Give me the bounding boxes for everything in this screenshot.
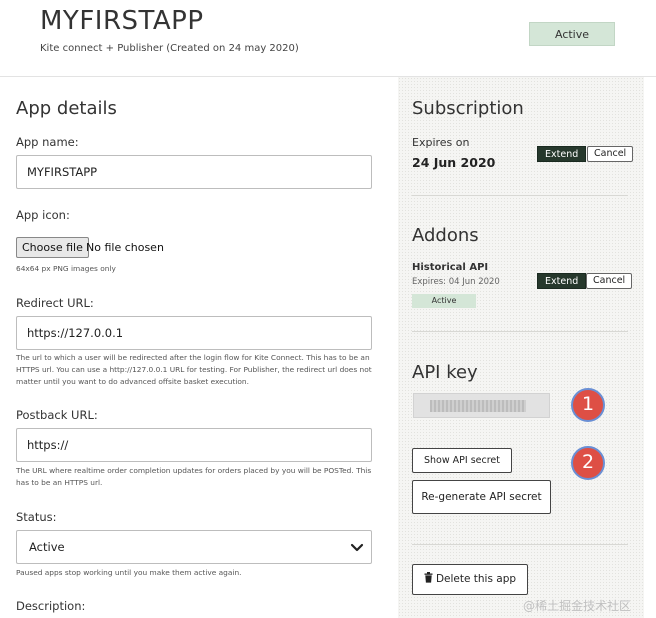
addon-name: Historical API [412,262,489,273]
api-key-field [413,393,550,418]
redirect-url-input[interactable]: https://127.0.0.1 [16,316,372,350]
delete-app-button[interactable]: Delete this app [412,564,528,595]
section-divider [412,331,628,332]
expires-date: 24 Jun 2020 [412,155,496,170]
app-title: MYFIRSTAPP [40,6,204,36]
addon-status-badge: Active [412,294,476,308]
app-icon-label: App icon: [16,208,70,222]
addon-cancel-button[interactable]: Cancel [586,273,633,289]
subscription-extend-button[interactable]: Extend [537,146,587,162]
postback-url-input[interactable]: https:// [16,428,372,462]
api-key-masked-value [430,400,526,412]
api-key-heading: API key [412,362,478,383]
postback-url-label: Postback URL: [16,408,98,422]
file-status-text: No file chosen [86,241,164,254]
trash-icon [424,572,433,583]
section-divider [412,195,628,196]
app-status-badge: Active [529,22,615,46]
delete-app-label: Delete this app [435,573,517,585]
subscription-heading: Subscription [412,98,524,119]
annotation-marker-1: 1 [571,388,605,422]
regenerate-api-secret-button[interactable]: Re-generate API secret [412,480,551,514]
postback-url-help: The URL where realtime order completion … [16,466,372,487]
description-label: Description: [16,599,86,613]
subscription-cancel-button[interactable]: Cancel [587,146,634,162]
show-api-secret-button[interactable]: Show API secret [412,448,512,473]
annotation-marker-2: 2 [571,446,605,480]
status-select[interactable]: Active [16,530,372,564]
addon-extend-button[interactable]: Extend [537,273,587,289]
app-name-label: App name: [16,135,79,149]
chevron-down-icon [350,543,364,552]
app-name-input[interactable]: MYFIRSTAPP [16,155,372,189]
status-label: Status: [16,510,57,524]
watermark-text: @稀土掘金技术社区 [523,599,632,613]
addons-heading: Addons [412,225,479,246]
redirect-url-label: Redirect URL: [16,296,94,310]
status-select-value: Active [29,540,65,554]
status-help: Paused apps stop working until you make … [16,568,242,577]
addon-expires: Expires: 04 Jun 2020 [412,277,500,287]
expires-label: Expires on [412,136,470,149]
choose-file-button[interactable]: Choose file [16,237,89,258]
section-divider [412,544,628,545]
icon-hint: 64x64 px PNG images only [16,264,116,273]
redirect-url-help: The url to which a user will be redirect… [16,353,372,386]
app-details-heading: App details [16,98,117,119]
app-subtitle: Kite connect + Publisher (Created on 24 … [40,43,299,54]
